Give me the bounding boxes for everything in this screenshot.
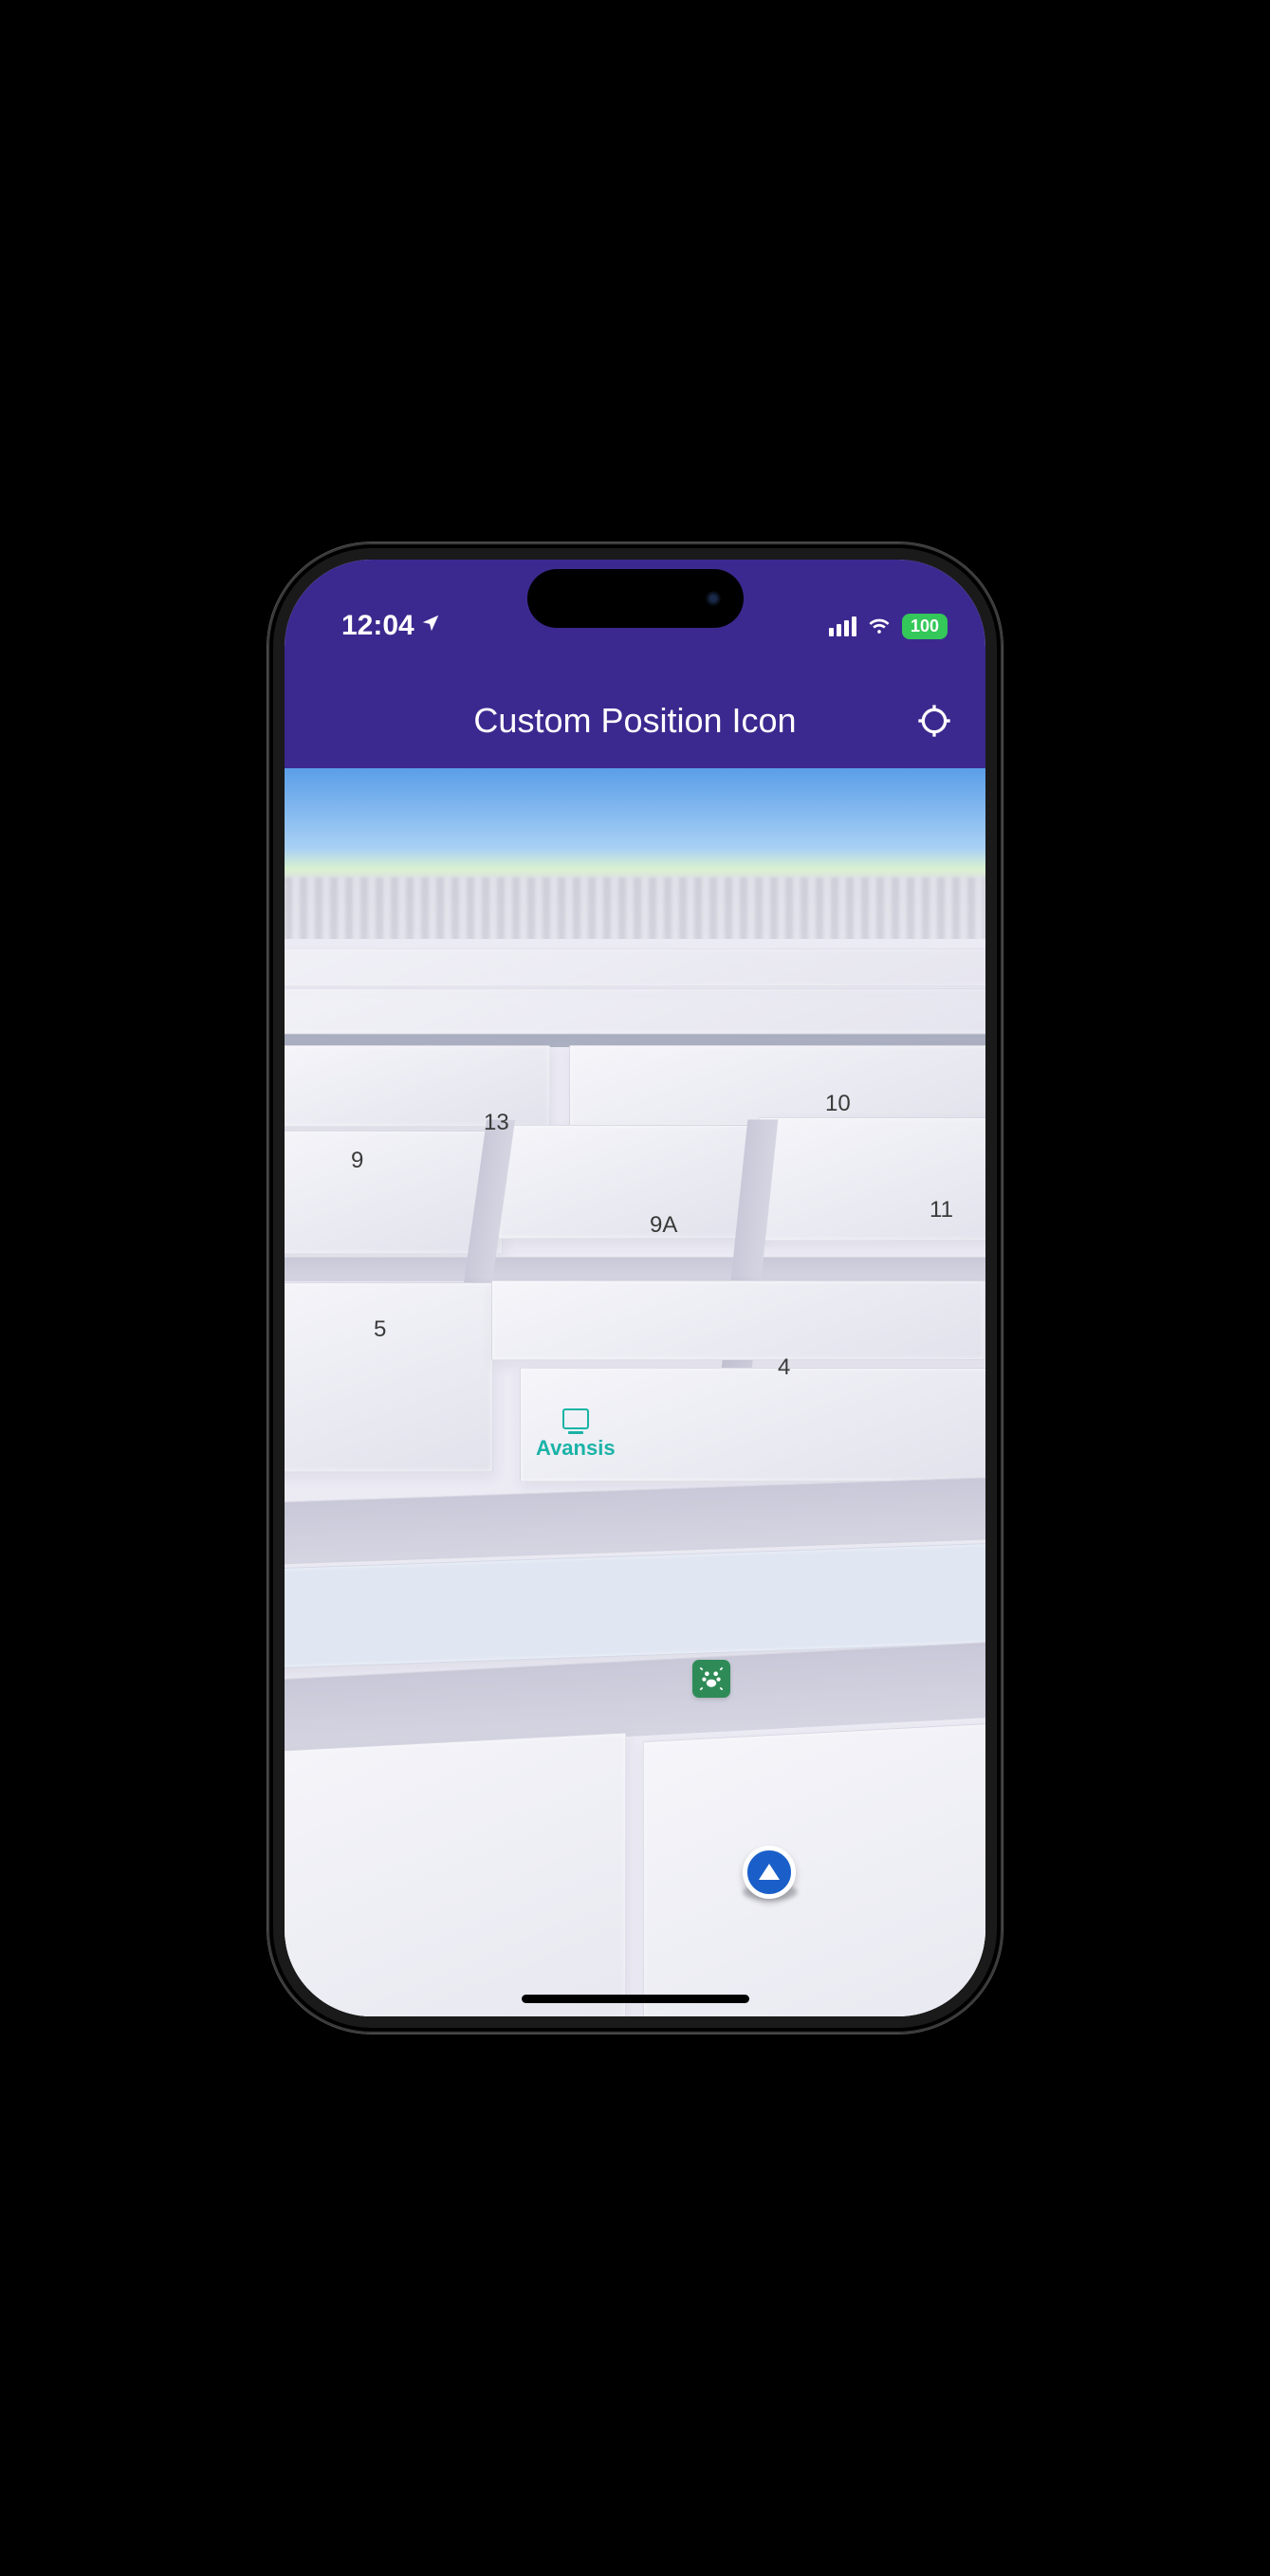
user-position-marker[interactable]: [743, 1846, 796, 1899]
building: [285, 1732, 626, 2016]
computer-icon: [562, 1408, 589, 1429]
map-sky: [285, 768, 985, 882]
building-number: 10: [825, 1091, 851, 1117]
building-number: 9A: [650, 1212, 677, 1239]
heading-arrow-icon: [743, 1846, 796, 1899]
status-left: 12:04: [341, 610, 441, 642]
poi-paw-marker[interactable]: [692, 1660, 730, 1698]
poi-avansis[interactable]: Avansis: [536, 1408, 616, 1461]
building: [643, 1719, 985, 2016]
app-header: Custom Position Icon: [285, 673, 985, 768]
building-number: 11: [929, 1197, 953, 1224]
status-right: 100: [829, 611, 948, 642]
road: [285, 1257, 985, 1281]
poi-label: Avansis: [536, 1436, 616, 1460]
building: [569, 1045, 985, 1127]
building: [285, 1045, 550, 1127]
screen: 12:04 100 Custom Position Icon: [285, 560, 985, 2016]
home-indicator[interactable]: [522, 1995, 749, 2003]
location-services-icon: [420, 613, 441, 640]
building-number: 13: [484, 1110, 509, 1136]
dynamic-island: [527, 569, 744, 628]
building: [498, 1125, 764, 1239]
cellular-signal-icon: [829, 616, 856, 636]
building-number: 4: [778, 1354, 790, 1381]
building-row: [285, 988, 985, 1034]
map-view[interactable]: 9 13 9A 10 11 5 4 Avansis: [285, 768, 985, 2016]
recenter-button[interactable]: [913, 700, 955, 742]
page-title: Custom Position Icon: [473, 701, 796, 741]
battery-indicator: 100: [902, 614, 948, 639]
map-ground: 9 13 9A 10 11 5 4 Avansis: [285, 939, 985, 2016]
building: [285, 1282, 493, 1472]
wifi-icon: [866, 611, 893, 642]
building-number: 5: [374, 1316, 386, 1343]
building-number: 9: [351, 1148, 363, 1174]
status-time: 12:04: [341, 610, 414, 642]
building-row: [285, 948, 985, 986]
iphone-frame: 12:04 100 Custom Position Icon: [267, 543, 1003, 2033]
building: [491, 1280, 985, 1360]
